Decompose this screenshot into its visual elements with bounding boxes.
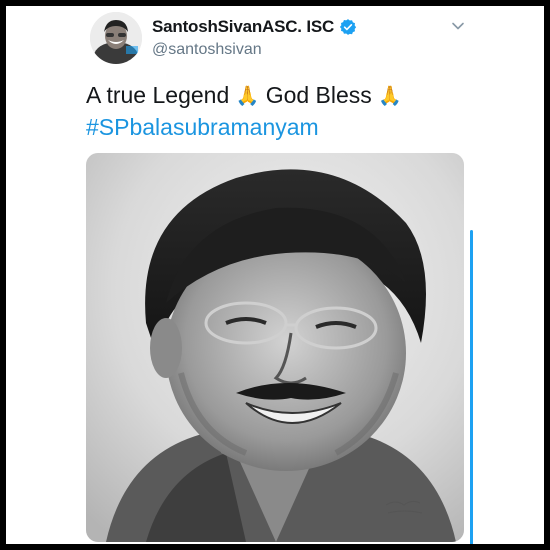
folded-hands-emoji: 🙏 <box>378 86 402 107</box>
verified-badge-icon <box>339 18 357 36</box>
author-display-name[interactable]: SantoshSivanASC. ISC <box>152 17 334 37</box>
author-handle[interactable]: @santoshsivan <box>152 41 262 59</box>
hashtag-link[interactable]: #SPbalasubramanyam <box>86 112 402 142</box>
chevron-down-icon[interactable] <box>450 18 466 34</box>
avatar-image <box>90 12 142 64</box>
tweet-text-part-1: A true Legend <box>86 82 230 108</box>
tweet-text: A true Legend 🙏 God Bless 🙏 #SPbalasubra… <box>86 80 402 142</box>
tweet-card: SantoshSivanASC. ISC @santoshsivan A tru… <box>6 6 544 544</box>
tweet-media-image[interactable] <box>86 153 464 542</box>
scrollbar[interactable] <box>470 230 473 544</box>
tweet-text-line-1: A true Legend 🙏 God Bless 🙏 <box>86 80 402 112</box>
tweet-text-part-2: God Bless <box>265 82 372 108</box>
portrait-sketch <box>86 153 464 542</box>
folded-hands-emoji: 🙏 <box>235 86 260 107</box>
avatar[interactable] <box>90 12 142 64</box>
tweet-header: SantoshSivanASC. ISC @santoshsivan <box>6 6 544 76</box>
author-name-row[interactable]: SantoshSivanASC. ISC <box>152 16 357 38</box>
